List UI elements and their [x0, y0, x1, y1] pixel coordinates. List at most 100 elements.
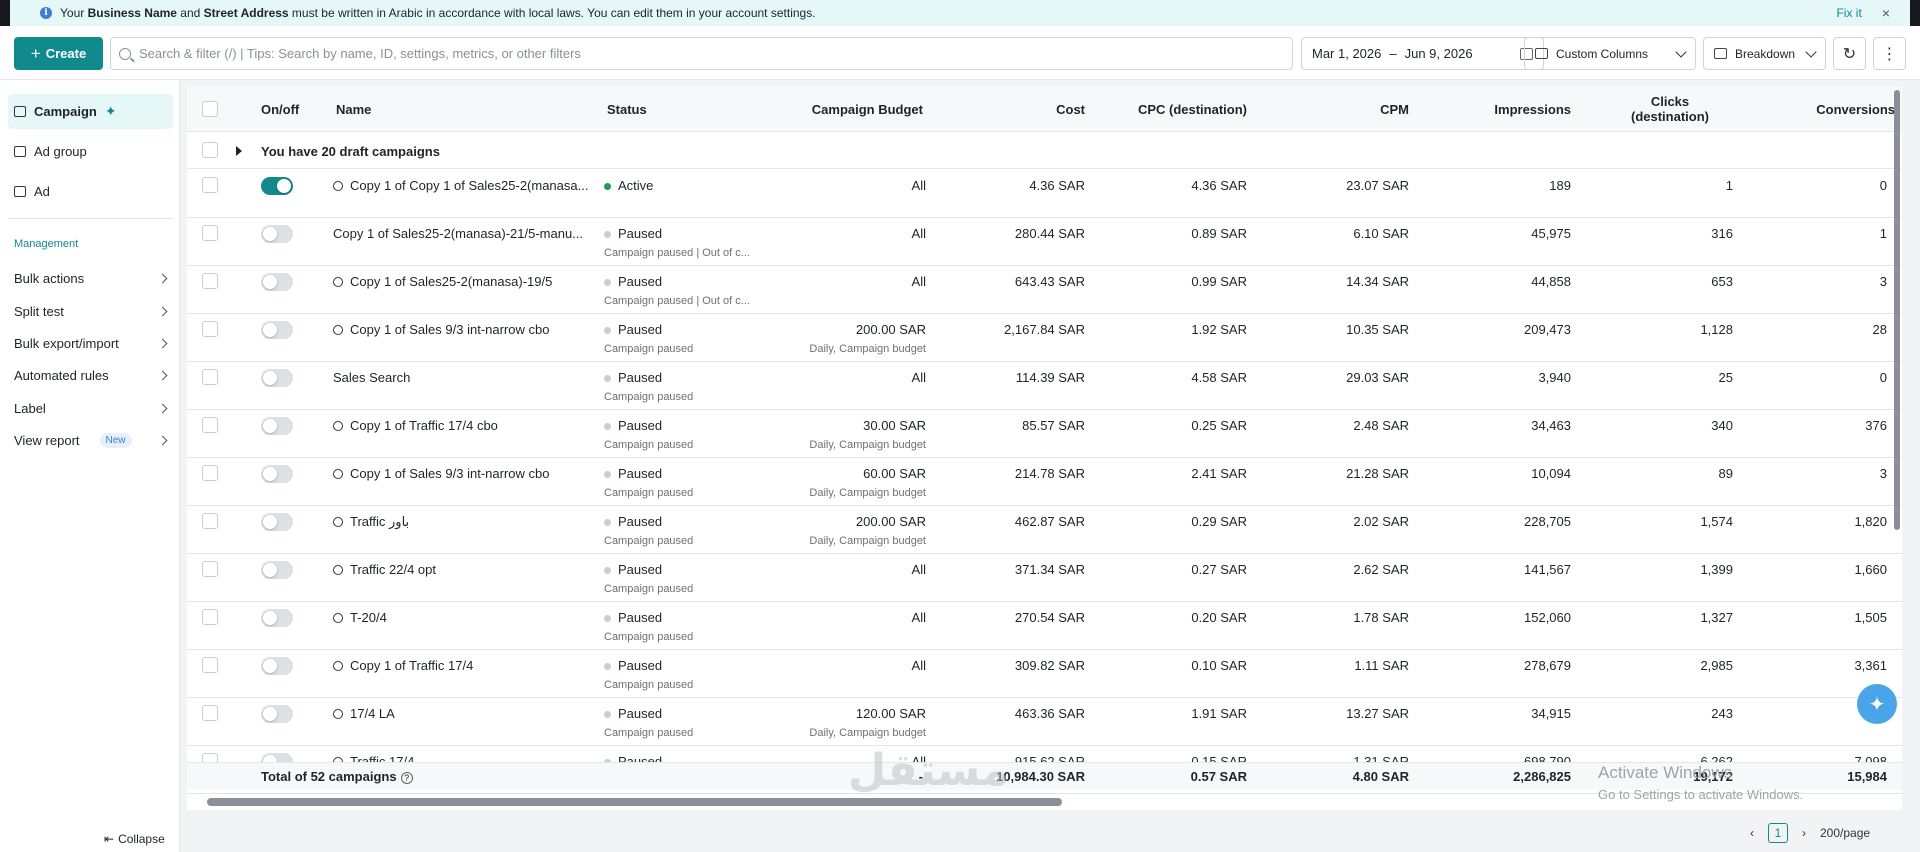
status: Paused — [604, 514, 662, 529]
sidebar-item-bulk-actions[interactable]: Bulk actions — [14, 268, 168, 288]
campaign-toggle[interactable] — [261, 369, 293, 387]
scroll-thumb[interactable] — [207, 798, 1062, 806]
campaign-toggle[interactable] — [261, 273, 293, 291]
campaign-name[interactable]: Traffic 22/4 opt — [333, 562, 436, 577]
table-row[interactable]: Sales Search Paused Campaign paused All 114.… — [187, 362, 1902, 410]
campaign-toggle[interactable] — [261, 513, 293, 531]
campaign-toggle[interactable] — [261, 225, 293, 243]
campaign-toggle[interactable] — [261, 657, 293, 675]
table-row[interactable]: 17/4 LA Paused Campaign paused 120.00 SAR Da… — [187, 698, 1902, 746]
col-onoff[interactable]: On/off — [261, 86, 299, 132]
campaign-toggle[interactable] — [261, 705, 293, 723]
campaign-name[interactable]: Copy 1 of Traffic 17/4 cbo — [333, 418, 498, 433]
campaign-name[interactable]: Copy 1 of Sales25-2(manasa)-21/5-manu... — [333, 226, 583, 241]
campaign-name[interactable]: Copy 1 of Sales25-2(manasa)-19/5 — [333, 274, 552, 289]
col-budget[interactable]: Campaign Budget — [747, 86, 923, 132]
campaign-name[interactable]: Copy 1 of Copy 1 of Sales25-2(manasa... — [333, 178, 588, 193]
nav-ad[interactable]: Ad — [8, 174, 173, 209]
table-row[interactable]: Copy 1 of Copy 1 of Sales25-2(manasa... A… — [187, 170, 1902, 218]
table-row[interactable]: T-20/4 Paused Campaign paused All 270.54 SAR… — [187, 602, 1902, 650]
campaign-toggle[interactable] — [261, 177, 293, 195]
campaign-name[interactable]: 17/4 LA — [333, 706, 395, 721]
campaign-name[interactable]: Traffic باور — [333, 514, 409, 530]
status-dot — [604, 231, 611, 239]
status-text: Paused — [618, 226, 663, 241]
row-checkbox[interactable] — [202, 369, 218, 385]
row-checkbox[interactable] — [202, 657, 218, 673]
col-cost[interactable]: Cost — [967, 86, 1085, 132]
help-icon[interactable]: ? — [400, 772, 413, 784]
row-checkbox[interactable] — [202, 561, 218, 577]
chevron-right-icon — [157, 403, 168, 413]
row-checkbox[interactable] — [202, 705, 218, 721]
row-checkbox[interactable] — [202, 417, 218, 433]
table-row[interactable]: Traffic باور Paused Campaign paused 200.00 … — [187, 506, 1902, 554]
collapse-button[interactable]: ⇤ Collapse — [104, 832, 165, 846]
breakdown-dropdown[interactable]: Breakdown — [1703, 37, 1826, 70]
sidebar-item-automated-rules[interactable]: Automated rules — [14, 365, 168, 385]
col-conversions[interactable]: Conversions — [1747, 86, 1895, 132]
campaign-name[interactable]: Copy 1 of Traffic 17/4 — [333, 658, 473, 673]
refresh-button[interactable]: ↻ — [1833, 37, 1866, 70]
col-status[interactable]: Status — [607, 86, 647, 132]
fix-it-link[interactable]: Fix it — [1836, 6, 1861, 20]
management-heading: Management — [14, 238, 79, 250]
campaign-name[interactable]: Copy 1 of Sales 9/3 int-narrow cbo — [333, 466, 549, 481]
row-checkbox[interactable] — [202, 273, 218, 289]
table-row[interactable]: Copy 1 of Sales25-2(manasa)-21/5-manu...… — [187, 218, 1902, 266]
page-size-select[interactable]: 200/page — [1820, 826, 1870, 840]
sidebar-item-view-report[interactable]: View report New — [14, 430, 168, 450]
col-cpc[interactable]: CPC (destination) — [1087, 86, 1247, 132]
col-name[interactable]: Name — [336, 86, 371, 132]
expand-triangle-icon[interactable] — [236, 146, 242, 156]
row-checkbox[interactable] — [202, 177, 218, 193]
table-row[interactable]: Traffic 22/4 opt Paused Campaign paused All… — [187, 554, 1902, 602]
col-impressions[interactable]: Impressions — [1427, 86, 1571, 132]
vertical-scrollbar[interactable] — [1894, 90, 1900, 530]
col-clicks[interactable]: Clicks (destination) — [1607, 86, 1733, 132]
nav-ad-group[interactable]: Ad group — [8, 134, 173, 169]
next-page-icon[interactable]: › — [1802, 826, 1806, 840]
draft-checkbox[interactable] — [202, 142, 218, 158]
campaign-name[interactable]: T-20/4 — [333, 610, 387, 625]
table-row[interactable]: Copy 1 of Traffic 17/4 Paused Campaign pau… — [187, 650, 1902, 698]
sidebar-item-bulk-export-import[interactable]: Bulk export/import — [14, 333, 168, 353]
row-checkbox[interactable] — [202, 609, 218, 625]
row-checkbox[interactable] — [202, 321, 218, 337]
custom-columns-dropdown[interactable]: Custom Columns — [1524, 37, 1696, 70]
search-input[interactable]: Search & filter (/) | Tips: Search by na… — [110, 37, 1293, 70]
chevron-right-icon — [157, 435, 168, 445]
campaign-name[interactable]: Copy 1 of Sales 9/3 int-narrow cbo — [333, 322, 549, 337]
campaign-toggle[interactable] — [261, 417, 293, 435]
col-cpm[interactable]: CPM — [1287, 86, 1409, 132]
campaign-toggle[interactable] — [261, 465, 293, 483]
campaign-toggle[interactable] — [261, 321, 293, 339]
campaign-name[interactable]: Sales Search — [333, 370, 410, 385]
row-checkbox[interactable] — [202, 225, 218, 241]
close-icon[interactable]: × — [1882, 5, 1890, 21]
prev-page-icon[interactable]: ‹ — [1750, 826, 1754, 840]
more-button[interactable]: ⋮ — [1873, 37, 1906, 70]
table-row[interactable]: Copy 1 of Sales25-2(manasa)-19/5 Paused Ca… — [187, 266, 1902, 314]
select-all-checkbox[interactable] — [202, 101, 218, 117]
sidebar-item-label-menu[interactable]: Label — [14, 398, 168, 418]
nav-campaign[interactable]: Campaign ✦ — [8, 94, 173, 129]
sidebar-item-label: Bulk actions — [14, 270, 85, 286]
row-checkbox[interactable] — [202, 513, 218, 529]
sidebar-item-split-test[interactable]: Split test — [14, 301, 168, 321]
table-row[interactable]: Copy 1 of Traffic 17/4 cbo Paused Campaign… — [187, 410, 1902, 458]
campaign-toggle[interactable] — [261, 609, 293, 627]
sparkle-icon: ✦ — [1868, 693, 1886, 716]
columns-icon — [1535, 48, 1548, 59]
conversions: 1,820 — [1854, 514, 1887, 529]
row-checkbox[interactable] — [202, 465, 218, 481]
table-row[interactable]: Copy 1 of Sales 9/3 int-narrow cbo Paused… — [187, 458, 1902, 506]
nav-campaign-label: Campaign — [34, 104, 97, 119]
table-row[interactable]: Copy 1 of Sales 9/3 int-narrow cbo Paused… — [187, 314, 1902, 362]
page-number[interactable]: 1 — [1768, 823, 1788, 843]
create-button[interactable]: + Create — [14, 37, 103, 70]
campaign-toggle[interactable] — [261, 561, 293, 579]
date-range-picker[interactable]: Mar 1, 2026 – Jun 9, 2026 — [1301, 37, 1544, 70]
draft-campaigns-row[interactable]: You have 20 draft campaigns — [187, 132, 1902, 169]
assistant-fab[interactable]: ✦ — [1857, 684, 1897, 724]
